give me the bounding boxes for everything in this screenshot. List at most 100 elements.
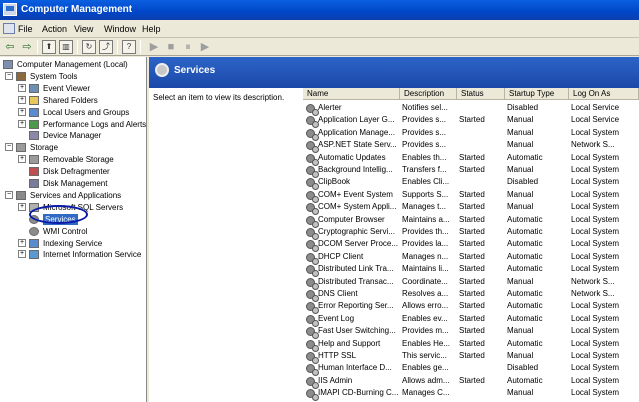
tools-icon <box>16 71 26 81</box>
export-list-icon[interactable]: ⤴ <box>99 40 113 54</box>
tree-node-wmi-control[interactable]: WMI Control <box>0 226 146 237</box>
tree-node-label: Internet Information Service <box>43 250 142 260</box>
service-name: Automatic Updates <box>318 152 386 162</box>
tree-node-internet-information-service[interactable]: + Internet Information Service <box>0 249 146 260</box>
forward-arrow-icon[interactable]: ⇨ <box>20 40 34 54</box>
show-hide-tree-icon[interactable]: ▥ <box>59 40 73 54</box>
service-gear-icon <box>306 302 319 315</box>
service-gear-icon <box>306 240 319 253</box>
service-gear-icon <box>306 290 319 302</box>
expand-icon[interactable]: + <box>18 155 26 164</box>
tree-node-event-viewer[interactable]: + Event Viewer <box>0 83 146 94</box>
tree-node-local-users-and-groups[interactable]: + Local Users and Groups <box>0 107 146 118</box>
service-row[interactable]: Background Intellig... Transfers f... Star… <box>303 164 639 178</box>
service-row[interactable]: Help and Support Enables He... Started Auto… <box>303 338 639 352</box>
service-row[interactable]: Application Manage... Provides s... Manual… <box>303 127 639 141</box>
service-log-on-as: Local System <box>571 239 620 249</box>
service-description: Enables th... <box>402 152 447 162</box>
tree-node-system-tools[interactable]: − System Tools <box>0 71 146 82</box>
service-startup-type: Automatic <box>507 301 543 311</box>
service-description: Provides s... <box>402 140 447 150</box>
tree-node-indexing-service[interactable]: + Indexing Service <box>0 238 146 249</box>
service-row[interactable]: Automatic Updates Enables th... Started Aut… <box>303 152 639 166</box>
service-row[interactable]: ASP.NET State Serv... Provides s... Manual… <box>303 139 639 154</box>
properties-icon[interactable]: ? <box>122 40 136 54</box>
service-log-on-as: Local System <box>571 202 620 212</box>
service-name: Human Interface D... <box>318 363 392 373</box>
expand-icon[interactable]: + <box>18 238 26 247</box>
mmc-document-icon[interactable] <box>3 23 15 34</box>
column-header-description[interactable]: Description <box>400 88 457 100</box>
storage-icon <box>16 143 26 153</box>
service-row[interactable]: HTTP SSL This servic... Started Manual Local… <box>303 350 639 364</box>
expand-icon[interactable]: + <box>18 83 26 92</box>
tree-node-removable-storage[interactable]: + Removable Storage <box>0 154 146 165</box>
service-row[interactable]: Application Layer G... Provides s... Start… <box>303 114 639 129</box>
tree-node-services-and-applications[interactable]: − Services and Applications <box>0 190 146 201</box>
service-log-on-as: Local System <box>571 227 620 236</box>
service-row[interactable]: ClipBook Enables Cli... Disabled Local Syst… <box>303 176 639 191</box>
service-row[interactable]: COM+ System Appli... Manages t... Started M… <box>303 201 639 216</box>
collapse-icon[interactable]: − <box>5 190 13 199</box>
expand-icon[interactable]: + <box>18 250 26 259</box>
service-row[interactable]: Distributed Link Tra... Maintains li... St… <box>303 263 639 278</box>
service-description: Provides la... <box>402 239 449 249</box>
service-row[interactable]: Alerter Notifies sel... Disabled Local Serv… <box>303 102 639 116</box>
service-row[interactable]: Event Log Enables ev... Started Automatic Lo… <box>303 313 639 327</box>
service-status: Started <box>459 189 485 199</box>
tree-node-shared-folders[interactable]: + Shared Folders <box>0 95 146 106</box>
restart-service-icon[interactable]: ▶ <box>198 40 212 54</box>
service-row[interactable]: IMAPI CD-Burning C... Manages C... Manual L… <box>303 387 639 402</box>
tree-node-disk-defragmenter[interactable]: Disk Defragmenter <box>0 166 146 177</box>
details-pane: Services Select an item to view its desc… <box>149 57 639 402</box>
service-row[interactable]: DNS Client Resolves a... Started Automatic N… <box>303 288 639 302</box>
expand-icon[interactable]: + <box>18 107 26 116</box>
service-status: Started <box>459 202 485 212</box>
column-header-startup-type[interactable]: Startup Type <box>505 88 569 100</box>
computer-management-icon <box>3 3 17 16</box>
tree-node-computer-management-local[interactable]: Computer Management (Local) <box>0 59 146 70</box>
menu-window[interactable]: Window <box>104 24 136 34</box>
start-service-icon[interactable]: ▶ <box>147 40 161 54</box>
tree-node-device-manager[interactable]: Device Manager <box>0 130 146 141</box>
column-header-name[interactable]: Name <box>303 88 400 100</box>
service-row[interactable]: DHCP Client Manages n... Started Automatic L… <box>303 251 639 265</box>
tree-node-performance-logs-and-alerts[interactable]: + Performance Logs and Alerts <box>0 119 146 130</box>
service-name: Alerter <box>318 103 342 112</box>
back-arrow-icon[interactable]: ⇦ <box>3 40 17 54</box>
menu-file[interactable]: File <box>18 24 33 34</box>
menu-view[interactable]: View <box>74 24 93 34</box>
toolbar-separator <box>140 40 141 54</box>
window-title: Computer Management <box>21 4 133 15</box>
up-folder-icon[interactable]: ⬆ <box>42 40 56 54</box>
tree-node-storage[interactable]: − Storage <box>0 142 146 153</box>
menu-help[interactable]: Help <box>142 24 161 34</box>
service-startup-type: Disabled <box>507 103 539 112</box>
service-row[interactable]: COM+ Event System Supports S... Started Man… <box>303 189 639 203</box>
stop-service-icon[interactable]: ■ <box>164 40 178 54</box>
service-row[interactable]: Error Reporting Ser... Allows erro... Star… <box>303 300 639 315</box>
service-row[interactable]: Cryptographic Servi... Provides th... Star… <box>303 226 639 240</box>
column-header-log-on-as[interactable]: Log On As <box>569 88 639 100</box>
service-name: HTTP SSL <box>318 351 357 360</box>
service-log-on-as: Local System <box>571 375 620 385</box>
expand-icon[interactable]: + <box>18 119 26 128</box>
tree-node-disk-management[interactable]: Disk Management <box>0 178 146 189</box>
service-row[interactable]: Human Interface D... Enables ge... Disable… <box>303 362 639 377</box>
expand-icon[interactable]: + <box>18 95 26 104</box>
service-row[interactable]: DCOM Server Proce... Provides la... Starte… <box>303 238 639 253</box>
service-row[interactable]: Fast User Switching... Provides m... Start… <box>303 325 639 340</box>
service-description: Notifies sel... <box>402 103 448 112</box>
menu-action[interactable]: Action <box>42 24 67 34</box>
collapse-icon[interactable]: − <box>5 143 13 152</box>
column-header-status[interactable]: Status <box>457 88 505 100</box>
service-row[interactable]: IIS Admin Allows adm... Started Automatic Lo… <box>303 375 639 389</box>
refresh-icon[interactable]: ↻ <box>82 40 96 54</box>
service-row[interactable]: Distributed Transac... Coordinate... Start… <box>303 276 639 290</box>
service-row[interactable]: Computer Browser Maintains a... Started Aut… <box>303 214 639 228</box>
pause-service-icon[interactable]: ⏸ <box>181 40 195 54</box>
removable-storage-icon <box>29 155 39 165</box>
service-startup-type: Manual <box>507 115 534 125</box>
expand-icon[interactable]: + <box>18 202 26 211</box>
collapse-icon[interactable]: − <box>5 71 13 80</box>
